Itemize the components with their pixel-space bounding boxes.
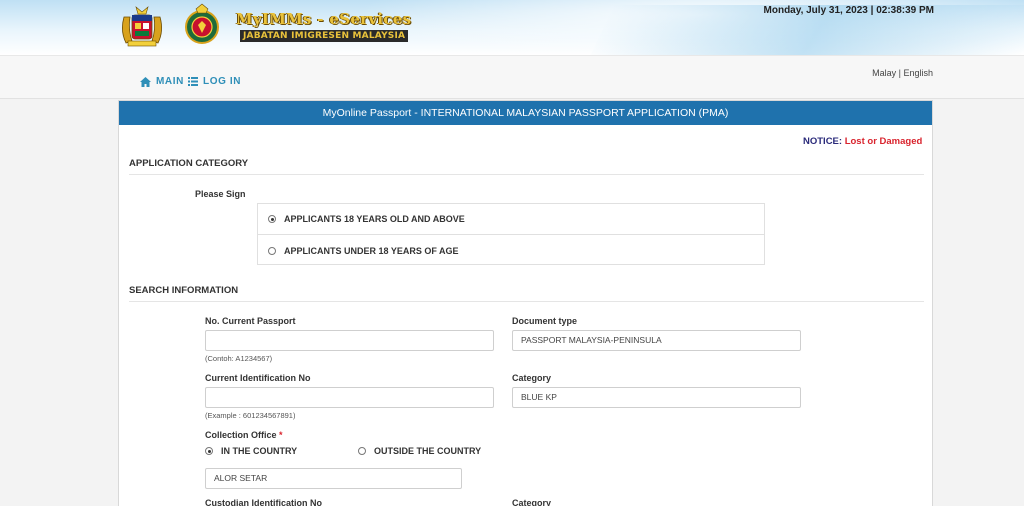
collection-office-select[interactable]: ALOR SETAR xyxy=(205,468,462,489)
radio-18-and-above[interactable] xyxy=(268,215,276,223)
collection-office-label: Collection Office * xyxy=(205,430,283,440)
malaysia-coat-of-arms-icon xyxy=(122,6,162,47)
collection-office-text: Collection Office xyxy=(205,430,277,440)
site-logo-title: MyIMMs - eServices xyxy=(236,10,412,28)
current-passport-hint: (Contoh: A1234567) xyxy=(205,354,273,363)
current-id-hint: (Example : 601234567891) xyxy=(205,411,296,420)
list-icon xyxy=(188,77,198,86)
radio-outside-country[interactable] xyxy=(358,447,366,455)
category2-label: Category xyxy=(512,498,552,506)
document-type-label: Document type xyxy=(512,316,578,326)
category-label: Category xyxy=(512,373,552,383)
header-banner: MyIMMs - eServices JABATAN IMIGRESEN MAL… xyxy=(0,0,1024,55)
radio-in-country[interactable] xyxy=(205,447,213,455)
nav-main-label: MAIN xyxy=(156,76,184,87)
option-under-18[interactable]: APPLICANTS UNDER 18 YEARS OF AGE xyxy=(258,235,764,266)
document-type-field: PASSPORT MALAYSIA-PENINSULA xyxy=(512,330,801,351)
radio-under-18[interactable] xyxy=(268,246,276,255)
notice-label: NOTICE: xyxy=(803,136,843,147)
site-logo-subtitle: JABATAN IMIGRESEN MALAYSIA xyxy=(240,30,409,42)
outside-country-option[interactable]: OUTSIDE THE COUNTRY xyxy=(358,446,481,456)
applicant-age-options: APPLICANTS 18 YEARS OLD AND ABOVE APPLIC… xyxy=(257,203,765,265)
panel-title: MyOnline Passport - INTERNATIONAL MALAYS… xyxy=(119,101,932,125)
language-switcher[interactable]: Malay | English xyxy=(872,68,933,78)
notice-marquee[interactable]: NOTICE: Lost or Damaged P xyxy=(803,136,923,147)
option-18-and-above-label: APPLICANTS 18 YEARS OLD AND ABOVE xyxy=(284,214,465,224)
current-passport-input[interactable] xyxy=(205,330,494,351)
nav-login-link[interactable]: LOG IN xyxy=(188,76,241,87)
notice-text: Lost or Damaged P xyxy=(844,136,923,147)
search-information-title: SEARCH INFORMATION xyxy=(129,285,239,296)
required-mark: * xyxy=(279,430,283,440)
in-country-option[interactable]: IN THE COUNTRY xyxy=(205,446,297,456)
application-category-title: APPLICATION CATEGORY xyxy=(129,158,249,169)
section-divider xyxy=(129,301,924,302)
category-field: BLUE KP xyxy=(512,387,801,408)
please-sign-label: Please Sign xyxy=(195,189,246,199)
nav-main-link[interactable]: MAIN xyxy=(140,76,184,87)
nav-login-label: LOG IN xyxy=(203,76,242,87)
top-nav: MAIN LOG IN Malay | English xyxy=(0,55,1024,99)
immigration-badge-icon xyxy=(185,3,219,44)
home-icon xyxy=(140,76,151,87)
current-passport-label: No. Current Passport xyxy=(205,316,296,326)
current-id-input[interactable] xyxy=(205,387,494,408)
current-id-label: Current Identification No xyxy=(205,373,311,383)
application-panel: MyOnline Passport - INTERNATIONAL MALAYS… xyxy=(118,100,933,506)
in-country-label: IN THE COUNTRY xyxy=(221,446,298,456)
option-18-and-above[interactable]: APPLICANTS 18 YEARS OLD AND ABOVE xyxy=(258,204,764,235)
section-divider xyxy=(129,174,924,175)
custodian-id-label: Custodian Identification No xyxy=(205,498,322,506)
option-under-18-label: APPLICANTS UNDER 18 YEARS OF AGE xyxy=(284,245,459,256)
outside-country-label: OUTSIDE THE COUNTRY xyxy=(374,446,482,456)
current-datetime: Monday, July 31, 2023 | 02:38:39 PM xyxy=(763,5,934,16)
